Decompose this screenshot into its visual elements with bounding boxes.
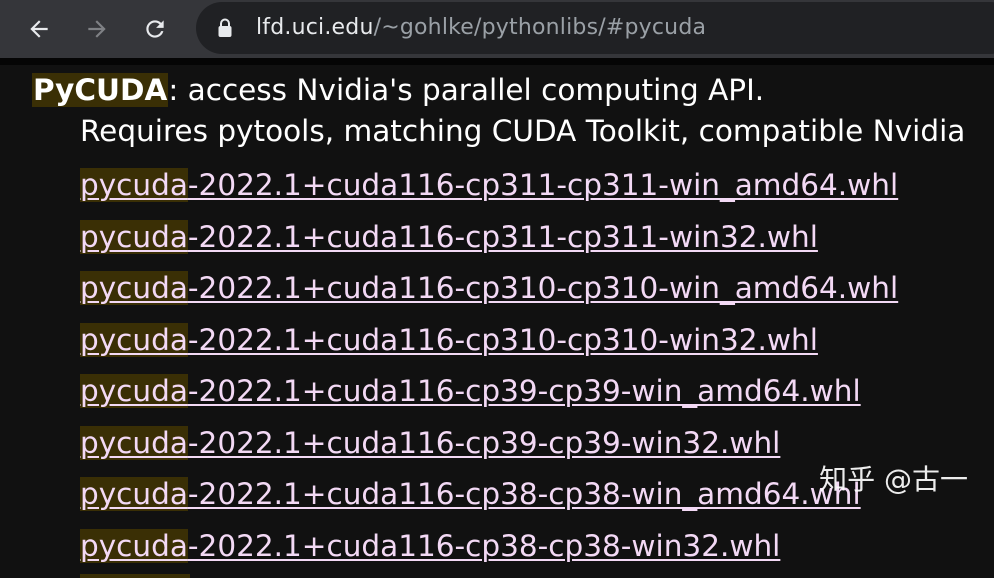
package-name: PyCUDA [32,73,169,107]
browser-toolbar: lfd.uci.edu/~gohlke/pythonlibs/#pycuda [0,0,994,58]
find-highlight: pycuda [80,271,188,305]
address-bar[interactable]: lfd.uci.edu/~gohlke/pythonlibs/#pycuda [196,2,994,54]
download-link[interactable]: pycuda-2022.1+cuda116-cp311-cp311-win32.… [80,219,818,254]
list-item: pycuda-2022.1+cuda116-cp38-cp38-win_amd6… [80,473,898,525]
link-filename: -2022.1+cuda116-cp310-cp310-win32.whl [187,322,818,357]
download-link[interactable]: pycuda-2022.1+cuda116-cp39-cp39-win_amd6… [80,374,861,408]
link-filename: -2022.1+cuda116-cp39-cp39-win32.whl [187,425,781,460]
download-link[interactable]: pycuda-2022.1+cuda116-cp310-cp310-win_am… [80,271,898,305]
download-link[interactable]: pycuda-2022.1+cuda116-cp311-cp311-win_am… [80,168,898,202]
list-item: pycuda-2022.1+cuda116-cp310-cp310-win_am… [80,267,898,319]
partial-highlight-next-row [80,574,190,578]
find-highlight: pycuda [80,374,188,408]
find-highlight: pycuda [80,477,188,511]
find-highlight: pycuda [80,219,188,254]
url-host: lfd.uci.edu [256,15,374,40]
url-path: /~gohlke/pythonlibs/#pycuda [373,15,707,40]
reload-icon [142,16,168,42]
back-button[interactable] [16,6,62,52]
link-filename: -2022.1+cuda116-cp38-cp38-win_amd64.whl [187,477,861,511]
download-link[interactable]: pycuda-2022.1+cuda116-cp38-cp38-win32.wh… [80,528,781,563]
download-link-list: pycuda-2022.1+cuda116-cp311-cp311-win_am… [80,164,898,576]
forward-button[interactable] [74,6,120,52]
link-filename: -2022.1+cuda116-cp311-cp311-win32.whl [187,219,818,254]
download-link[interactable]: pycuda-2022.1+cuda116-cp39-cp39-win32.wh… [80,425,781,460]
download-link[interactable]: pycuda-2022.1+cuda116-cp38-cp38-win_amd6… [80,477,861,511]
toolbar-divider [0,58,994,65]
list-item: pycuda-2022.1+cuda116-cp311-cp311-win32.… [80,216,898,268]
arrow-right-icon [84,16,110,42]
download-link[interactable]: pycuda-2022.1+cuda116-cp310-cp310-win32.… [80,322,818,357]
find-highlight: pycuda [80,322,188,357]
url-text[interactable]: lfd.uci.edu/~gohlke/pythonlibs/#pycuda [256,13,706,43]
package-description: : access Nvidia's parallel computing API… [168,73,765,107]
list-item: pycuda-2022.1+cuda116-cp311-cp311-win_am… [80,164,898,216]
reload-button[interactable] [132,6,178,52]
list-item: pycuda-2022.1+cuda116-cp38-cp38-win32.wh… [80,525,898,577]
find-highlight: pycuda [80,528,188,563]
find-highlight: pycuda [80,168,188,202]
link-filename: -2022.1+cuda116-cp310-cp310-win_amd64.wh… [187,271,899,305]
watermark: 知乎 @古一 [819,463,968,496]
list-item: pycuda-2022.1+cuda116-cp310-cp310-win32.… [80,319,898,371]
requirements-text: Requires pytools, matching CUDA Toolkit,… [80,114,966,148]
list-item: pycuda-2022.1+cuda116-cp39-cp39-win32.wh… [80,422,898,474]
list-item: pycuda-2022.1+cuda116-cp39-cp39-win_amd6… [80,370,898,422]
link-filename: -2022.1+cuda116-cp311-cp311-win_amd64.wh… [187,168,899,202]
lock-icon[interactable] [217,18,233,42]
link-filename: -2022.1+cuda116-cp38-cp38-win32.whl [187,528,781,563]
page-content: PyCUDA: access Nvidia's parallel computi… [0,58,994,578]
find-highlight: pycuda [80,425,188,460]
link-filename: -2022.1+cuda116-cp39-cp39-win_amd64.whl [187,374,861,408]
package-heading: PyCUDA: access Nvidia's parallel computi… [32,70,764,110]
arrow-left-icon [26,16,52,42]
